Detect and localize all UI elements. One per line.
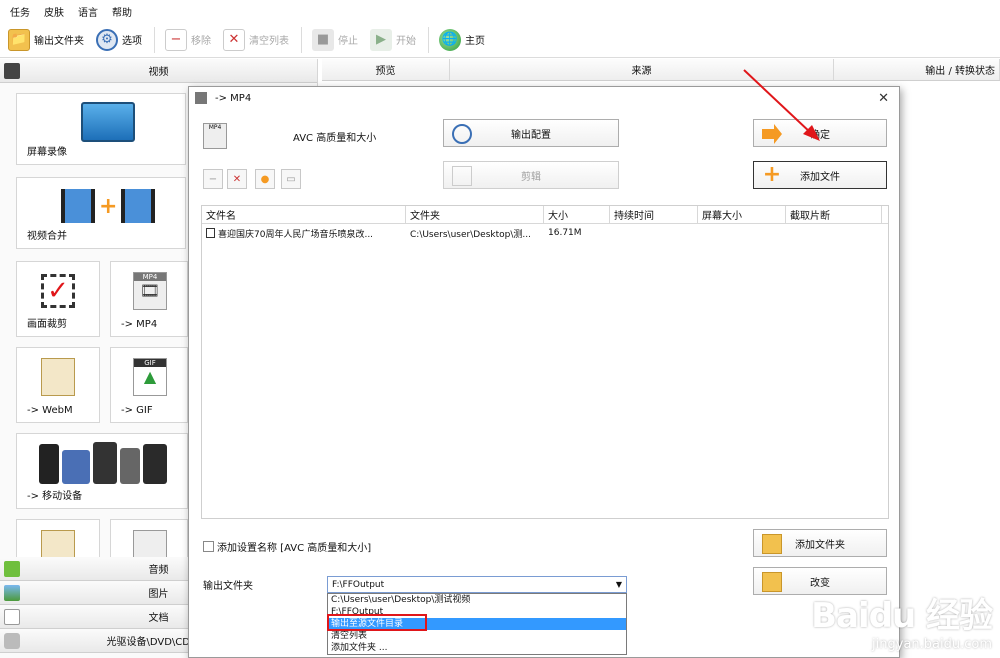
file-list-header: 文件名 文件夹 大小 持续时间 屏幕大小 截取片断 [202,206,888,224]
menu-item-help[interactable]: 帮助 [112,4,132,19]
output-folder-button[interactable]: 📁 输出文件夹 [8,28,84,51]
film-icon [4,62,20,79]
category-video-header[interactable]: 视频 [0,59,317,83]
folder-add-icon [762,534,782,554]
output-config-button[interactable]: 输出配置 [443,119,619,147]
tile-webm[interactable]: -> WebM [16,347,100,423]
col-filename[interactable]: 文件名 [202,206,406,223]
remove-button[interactable]: − 移除 [165,28,211,51]
video-merge-icon: + [61,188,161,224]
menu-item-skin[interactable]: 皮肤 [44,4,64,19]
clear-list-button[interactable]: ✕ 清空列表 [223,28,289,51]
watermark-url: jingyan.baidu.com [872,637,992,652]
tile-ogg[interactable] [16,519,100,557]
output-folder-label: 输出文件夹 [203,581,253,592]
plus-icon: + [762,162,782,187]
column-source[interactable]: 来源 [450,59,834,80]
chevron-down-icon[interactable]: ▼ [612,577,626,592]
col-clip[interactable]: 截取片断 [786,206,882,223]
crop-icon: ✓ [41,274,75,308]
gear-icon: ⚙ [96,28,118,51]
dropdown-option[interactable]: 添加文件夹 ... [328,642,626,654]
close-icon[interactable]: ✕ [878,91,889,106]
screen-record-icon [81,102,135,142]
clear-list-icon: ✕ [223,28,245,51]
folder-icon [762,572,782,592]
dialog-title: -> MP4 [215,92,252,104]
toolbar: 📁 输出文件夹 ⚙ 选项 − 移除 ✕ 清空列表 ■ 停止 ▶ 开始 🌐 主页 [0,22,1000,58]
col-folder[interactable]: 文件夹 [406,206,544,223]
home-globe-icon: 🌐 [439,28,461,51]
col-duration[interactable]: 持续时间 [610,206,698,223]
stop-button[interactable]: ■ 停止 [312,28,358,51]
toolbar-separator [301,26,302,53]
menu-item-language[interactable]: 语言 [78,4,98,19]
add-folder-button[interactable]: 添加文件夹 [753,529,887,557]
watermark: Baidu 经验 jingyan.baidu.com [811,588,993,652]
col-size[interactable]: 大小 [544,206,610,223]
disc-drive-icon [4,632,20,649]
music-icon [4,560,20,577]
document-icon [4,608,20,625]
stop-icon: ■ [312,28,334,51]
toolbar-separator [428,26,429,53]
tile-gif[interactable]: GIF ▲ -> GIF [110,347,188,423]
gear-icon [452,124,472,144]
tile-avi[interactable] [110,519,188,557]
start-icon: ▶ [370,28,392,51]
mp4-preset-icon: MP4 [203,123,227,149]
menubar: 任务 皮肤 语言 帮助 [0,0,1000,22]
tile-mobile[interactable]: -> 移动设备 [16,433,188,509]
menu-item-task[interactable]: 任务 [10,4,30,19]
info-icon[interactable]: ▭ [281,169,301,189]
folder-icon: 📁 [8,28,30,51]
video-file-icon [206,228,215,238]
highlight-annotation-box [327,614,427,631]
add-preset-name-checkbox[interactable]: 添加设置名称 [AVC 高质量和大小] [203,539,371,554]
dialog-titlebar: -> MP4 [189,87,899,109]
preset-name: AVC 高质量和大小 [293,133,377,144]
remove-file-icon[interactable]: − [203,169,223,189]
tile-video-merge[interactable]: + 视频合并 [16,177,186,249]
add-file-button[interactable]: + 添加文件 [753,161,887,189]
toolbar-separator [154,26,155,53]
edit-button[interactable]: 剪辑 [443,161,619,189]
tile-mp4[interactable]: MP4 🎞 -> MP4 [110,261,188,337]
avi-file-icon [133,530,167,557]
remove-icon: − [165,28,187,51]
table-row[interactable]: 喜迎国庆70周年人民广场音乐喷泉改... C:\Users\user\Deskt… [202,224,888,242]
mp4-file-icon: MP4 🎞 [133,272,167,310]
baidu-logo: Baidu 经验 [811,596,993,636]
app-small-icon [195,92,207,104]
checkbox-box[interactable] [203,541,214,552]
dropdown-option[interactable]: C:\Users\user\Desktop\测试视频 [328,594,626,606]
arrow-right-icon [762,124,782,144]
delete-file-icon[interactable]: ✕ [227,169,247,189]
webm-file-icon [41,358,75,396]
home-button[interactable]: 🌐 主页 [439,28,485,51]
file-list: 文件名 文件夹 大小 持续时间 屏幕大小 截取片断 喜迎国庆70周年人民广场音乐… [201,205,889,519]
mobile-devices-icon [39,440,169,484]
column-output-status[interactable]: 输出 / 转换状态 [834,59,1000,80]
tile-crop[interactable]: ✓ 画面裁剪 [16,261,100,337]
play-icon[interactable]: ● [255,169,275,189]
col-screen-size[interactable]: 屏幕大小 [698,206,786,223]
picture-icon [4,584,20,601]
tile-screen-record[interactable]: 屏幕录像 [16,93,186,165]
ok-button[interactable]: 确定 [753,119,887,147]
options-button[interactable]: ⚙ 选项 [96,28,142,51]
column-preview[interactable]: 预览 [322,59,450,80]
scissors-icon [452,166,472,186]
output-folder-select[interactable]: F:\FFOutput ▼ [327,576,627,593]
task-list-header: 预览 来源 输出 / 转换状态 [322,59,1000,81]
gif-file-icon: GIF ▲ [133,358,167,396]
start-button[interactable]: ▶ 开始 [370,28,416,51]
dropdown-option[interactable]: 清空列表 [328,630,626,642]
convert-dialog: -> MP4 ✕ MP4 AVC 高质量和大小 输出配置 剪辑 确定 + 添加文… [188,86,900,658]
ogg-file-icon [41,530,75,557]
